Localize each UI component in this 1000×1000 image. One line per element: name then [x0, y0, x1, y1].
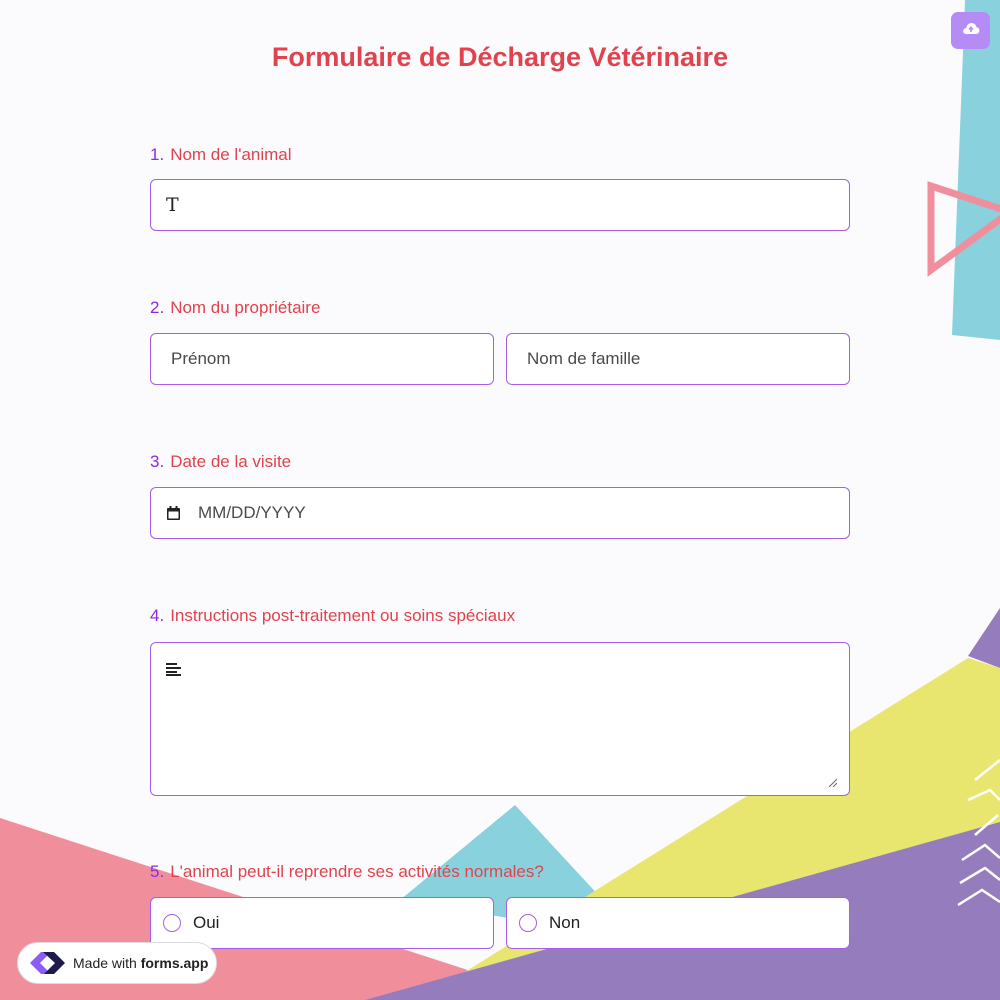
question-3-label: 3. Date de la visite	[150, 452, 291, 472]
first-name-placeholder: Prénom	[171, 349, 231, 368]
question-3-text: Date de la visite	[170, 452, 292, 471]
question-4-label: 4. Instructions post-traitement ou soins …	[150, 606, 515, 626]
align-left-icon	[166, 662, 181, 676]
owner-last-name-input[interactable]: Nom de famille	[506, 333, 850, 385]
question-4-number: 4.	[150, 606, 165, 625]
question-1-label: 1. Nom de l'animal	[150, 145, 292, 165]
made-with-badge[interactable]: Made with forms.app	[17, 942, 217, 984]
question-3-number: 3.	[150, 452, 165, 471]
text-t-icon: T	[166, 194, 179, 216]
form-title: Formulaire de Décharge Vétérinaire	[271, 42, 729, 72]
forms-app-logo-icon	[27, 946, 67, 980]
last-name-placeholder: Nom de famille	[527, 349, 641, 368]
date-placeholder: MM/DD/YYYY	[198, 503, 306, 522]
option-non-label: Non	[549, 913, 581, 932]
badge-text: Made with forms.app	[73, 955, 208, 971]
question-2-number: 2.	[150, 298, 165, 317]
calendar-icon	[166, 505, 181, 521]
option-oui-label: Oui	[193, 913, 220, 932]
radio-oui[interactable]	[163, 914, 181, 932]
question-2-text: Nom du propriétaire	[170, 298, 321, 317]
radio-non[interactable]	[519, 914, 537, 932]
badge-prefix: Made with	[73, 955, 137, 971]
question-4-text: Instructions post-traitement ou soins sp…	[170, 606, 516, 625]
badge-brand: forms.app	[140, 955, 209, 971]
question-5-label: 5. L'animal peut-il reprendre ses activit…	[150, 862, 544, 882]
question-1-number: 1.	[150, 145, 165, 164]
option-oui[interactable]: Oui	[150, 897, 494, 949]
option-non[interactable]: Non	[506, 897, 850, 949]
question-2-label: 2. Nom du propriétaire	[150, 298, 320, 318]
owner-first-name-input[interactable]: Prénom	[150, 333, 494, 385]
question-1-text: Nom de l'animal	[170, 145, 292, 164]
pet-name-input[interactable]: T	[150, 179, 850, 231]
question-5-text: L'animal peut-il reprendre ses activités…	[170, 862, 544, 881]
resize-handle[interactable]	[828, 778, 837, 787]
post-treatment-textarea[interactable]	[150, 642, 850, 796]
cloud-upload-icon	[962, 21, 980, 40]
visit-date-input[interactable]: MM/DD/YYYY	[150, 487, 850, 539]
question-5-number: 5.	[150, 862, 165, 881]
